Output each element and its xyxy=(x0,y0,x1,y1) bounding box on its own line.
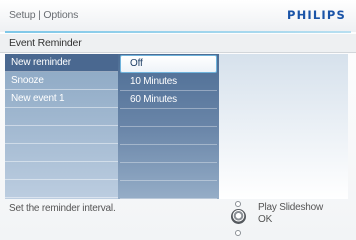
menu-item-new-reminder[interactable]: New reminder xyxy=(5,54,118,72)
header-divider xyxy=(5,31,351,33)
submenu-option-empty xyxy=(120,181,217,199)
menu-item-empty xyxy=(5,144,118,162)
breadcrumb: Setup | Options xyxy=(9,9,79,21)
down-dot-icon xyxy=(235,230,241,236)
play-slideshow-hint: Play Slideshow xyxy=(258,202,324,213)
nav-control-hint xyxy=(228,199,258,239)
menu-item-new-event-1[interactable]: New event 1 xyxy=(5,90,118,108)
submenu-option-empty xyxy=(120,127,217,145)
status-text: Set the reminder interval. xyxy=(9,203,116,214)
options-menu: New reminder Snooze New event 1 xyxy=(5,54,118,199)
menu-item-empty xyxy=(5,126,118,144)
submenu-option-60-minutes[interactable]: 60 Minutes xyxy=(120,91,217,109)
section-title-bar: Event Reminder xyxy=(0,34,356,53)
submenu-option-empty xyxy=(120,163,217,181)
submenu-option-10-minutes[interactable]: 10 Minutes xyxy=(120,73,217,91)
submenu-option-label: 10 Minutes xyxy=(130,76,177,87)
ok-hint: OK xyxy=(258,214,273,225)
menu-item-empty xyxy=(5,108,118,126)
interval-submenu: Off 10 Minutes 60 Minutes xyxy=(118,54,219,199)
submenu-option-empty xyxy=(120,145,217,163)
menu-item-label: Snooze xyxy=(11,75,44,86)
menu-item-snooze[interactable]: Snooze xyxy=(5,72,118,90)
submenu-option-empty xyxy=(120,109,217,127)
menu-item-label: New event 1 xyxy=(11,93,65,104)
menu-item-empty xyxy=(5,180,118,198)
brand-logo: PHILIPS xyxy=(286,8,346,22)
ok-joystick-icon xyxy=(231,209,246,224)
submenu-option-label: Off xyxy=(130,58,143,69)
section-title: Event Reminder xyxy=(9,37,82,49)
menu-item-label: New reminder xyxy=(11,57,71,68)
header-bar: Setup | Options PHILIPS xyxy=(0,0,356,33)
submenu-option-label: 60 Minutes xyxy=(130,94,177,105)
options-screen: Setup | Options PHILIPS Event Reminder N… xyxy=(0,0,356,240)
submenu-option-off[interactable]: Off xyxy=(120,55,217,73)
menu-item-empty xyxy=(5,162,118,180)
up-dot-icon xyxy=(235,201,241,207)
